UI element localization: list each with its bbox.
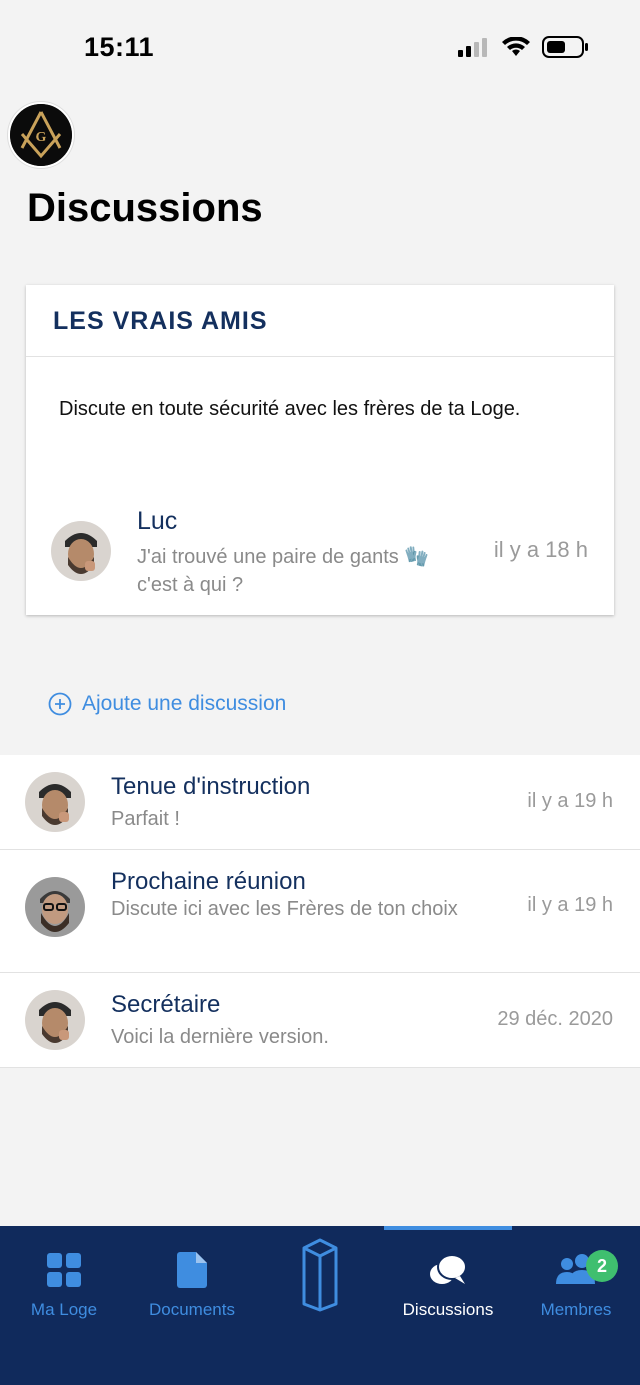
add-discussion-button[interactable]: Ajoute une discussion (48, 692, 286, 716)
tab-label: Ma Loge (30, 1300, 98, 1319)
document-icon (177, 1252, 207, 1288)
avatar (51, 521, 111, 581)
avatar (25, 877, 85, 937)
tab-ma-loge[interactable]: Ma Loge (0, 1226, 128, 1336)
plus-circle-icon (48, 692, 72, 716)
discussion-list: Tenue d'instruction Parfait ! il y a 19 … (0, 755, 640, 1068)
list-item[interactable]: Tenue d'instruction Parfait ! il y a 19 … (0, 755, 640, 850)
wifi-icon (502, 37, 530, 56)
active-tab-indicator (384, 1226, 512, 1230)
discussion-title: Tenue d'instruction (111, 773, 311, 800)
pillar-icon (302, 1238, 338, 1312)
discussion-title: Prochaine réunion (111, 868, 306, 895)
message-time: il y a 18 h (493, 537, 588, 562)
tab-membres[interactable]: Membres (512, 1226, 640, 1336)
tab-home-pillar[interactable] (256, 1226, 384, 1336)
square-compass-logo-icon: G (10, 104, 72, 166)
lodge-logo-avatar[interactable]: G (8, 102, 74, 168)
group-title: LES VRAIS AMIS (53, 307, 268, 335)
tab-label: Discussions (402, 1300, 494, 1319)
tab-discussions[interactable]: Discussions (384, 1226, 512, 1336)
svg-text:G: G (36, 130, 47, 145)
tab-label: Documents (149, 1300, 235, 1319)
tab-documents[interactable]: Documents (128, 1226, 256, 1336)
card-header: LES VRAIS AMIS (26, 285, 614, 357)
avatar (25, 772, 85, 832)
featured-group-card[interactable]: LES VRAIS AMIS Discute en toute sécurité… (26, 285, 614, 615)
discussion-preview: Parfait ! (111, 808, 180, 830)
last-message[interactable]: Luc J'ai trouvé une paire de gants 🧤 c'e… (26, 505, 614, 596)
discussion-preview: Discute ici avec les Frères de ton choix (111, 898, 458, 920)
status-icons (458, 36, 588, 58)
members-notification-badge: 2 (586, 1250, 618, 1282)
add-discussion-label: Ajoute une discussion (82, 692, 287, 715)
group-description: Discute en toute sécurité avec les frère… (59, 398, 521, 420)
discussion-time: il y a 19 h (527, 790, 613, 812)
discussion-time: 29 déc. 2020 (497, 1008, 613, 1030)
chat-bubbles-icon (430, 1254, 467, 1284)
grid-icon (47, 1253, 81, 1287)
discussion-time: il y a 19 h (527, 894, 613, 916)
tab-label: Membres (540, 1300, 612, 1319)
avatar (25, 990, 85, 1050)
page-title: Discussions (27, 186, 263, 230)
discussion-preview: Voici la dernière version. (111, 1026, 329, 1048)
discussion-title: Secrétaire (111, 991, 221, 1018)
message-preview: J'ai trouvé une paire de gants 🧤 c'est à… (137, 546, 430, 596)
tab-bar: Ma Loge Documents Discussions Membres (0, 1226, 640, 1385)
cellular-signal-icon (458, 38, 487, 57)
status-time: 15:11 (84, 32, 155, 62)
sender-name: Luc (137, 507, 178, 535)
status-bar: 15:11 (0, 0, 640, 96)
list-item[interactable]: Prochaine réunion Discute ici avec les F… (0, 850, 640, 973)
battery-icon (542, 36, 588, 58)
list-item[interactable]: Secrétaire Voici la dernière version. 29… (0, 973, 640, 1068)
